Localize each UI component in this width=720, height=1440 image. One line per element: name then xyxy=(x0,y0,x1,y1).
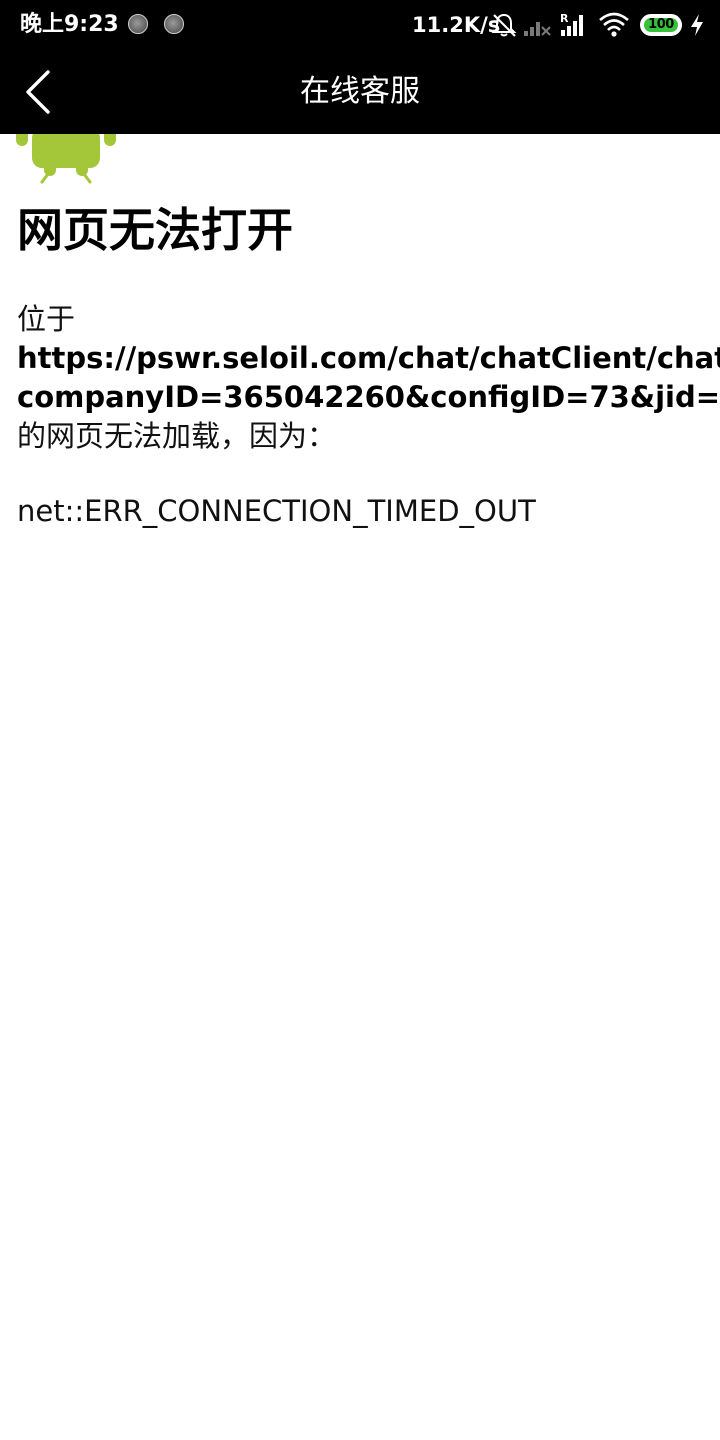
battery-icon: 100 xyxy=(640,14,682,36)
error-title: 网页无法打开 xyxy=(17,203,293,257)
mute-bell-icon xyxy=(491,13,517,37)
notification-dot-icon xyxy=(128,14,148,34)
error-suffix: 的网页无法加载，因为： xyxy=(17,419,337,453)
charging-bolt-icon xyxy=(691,14,703,36)
battery-level: 100 xyxy=(644,18,678,32)
webview-error-page: 网页无法打开 位于 https://pswr.seloil.com/chat/c… xyxy=(0,134,720,1440)
chevron-left-icon xyxy=(26,70,50,114)
error-description: 位于 https://pswr.seloil.com/chat/chatClie… xyxy=(17,300,720,456)
back-button[interactable] xyxy=(10,58,74,126)
status-time: 晚上9:23 xyxy=(20,12,119,37)
signal-roaming-icon: R xyxy=(560,12,583,36)
error-code: net::ERR_CONNECTION_TIMED_OUT xyxy=(17,494,536,528)
notification-dot-icon xyxy=(164,14,184,34)
toolbar: 在线客服 xyxy=(0,50,720,134)
status-bar: 晚上9:23 11.2K/s R 100 xyxy=(0,0,720,50)
android-robot-icon xyxy=(16,134,116,184)
error-url-line: https://pswr.seloil.com/chat/chatClient/… xyxy=(17,341,720,375)
page-title: 在线客服 xyxy=(300,74,420,109)
error-prefix: 位于 xyxy=(17,302,76,336)
wifi-icon xyxy=(599,12,629,37)
error-url-line: companyID=365042260&configID=73&jid=4055… xyxy=(17,380,720,414)
signal-weak-icon xyxy=(524,22,551,36)
network-speed: 11.2K/s xyxy=(412,13,501,37)
svg-text:R: R xyxy=(560,12,569,25)
